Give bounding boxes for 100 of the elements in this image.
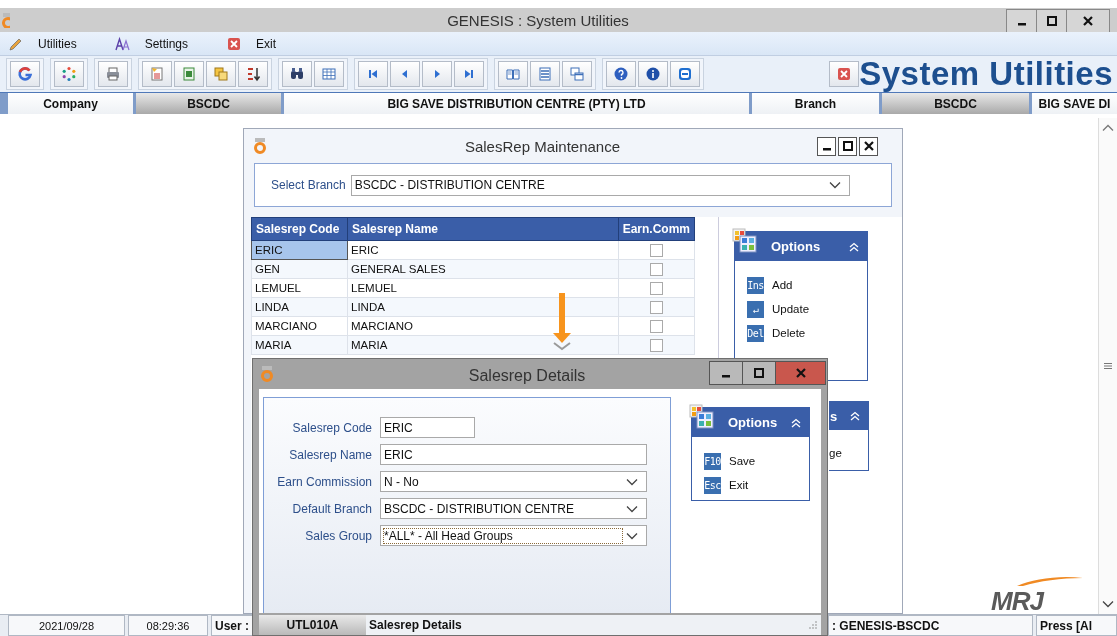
status-label: User : [211,615,253,636]
collapse-icon [850,411,860,421]
sort-icon [245,66,261,82]
collapse-icon [849,241,859,252]
checkbox[interactable] [649,281,663,295]
close-button[interactable] [1066,9,1110,32]
status-text: Press [Al [1036,615,1117,636]
text-field[interactable]: ERIC [380,417,475,438]
chevron-down-icon [626,504,638,513]
checkbox[interactable] [649,243,663,257]
option-item[interactable]: ↵ Update [747,297,867,321]
table-icon [321,66,337,82]
chevron-down-icon [828,181,841,189]
help-icon [613,66,629,82]
column-header[interactable]: Salesrep Name [347,217,619,241]
table-cell[interactable]: LEMUEL [251,278,348,298]
toolbar-button[interactable] [638,61,668,87]
menu-item[interactable]: Exit [226,35,277,52]
close-icon [836,66,853,82]
maximize-button[interactable] [1036,9,1066,32]
status-text: UTL010A [259,615,366,635]
field-label: Default Branch [291,501,372,516]
logo-icon [17,66,33,82]
minimize-button[interactable] [817,136,836,156]
checkbox[interactable] [649,319,663,333]
scroll-down-icon [1102,600,1114,608]
table-cell[interactable]: MARCIANO [251,316,348,336]
label-cell: BIG SAVE DISTRIBUTION CENTRE (PTY) LTD [284,93,749,114]
field-label: Earn Commission [276,474,372,489]
maximize-button[interactable] [742,361,775,385]
option-item[interactable]: F10 Save [704,449,809,473]
toolbar-button[interactable] [498,61,528,87]
refresh-icon [61,66,77,82]
table-cell[interactable]: ERIC [347,240,619,260]
option-item[interactable]: Esc Exit [704,473,809,497]
toolbar-button[interactable] [606,61,636,87]
dialog-title: SalesRep Maintenance [463,137,622,155]
app-icon [0,12,10,28]
app-icon [252,137,268,155]
font-icon [114,35,131,52]
minimize-icon [822,147,831,151]
book-icon [505,66,521,82]
dropdown[interactable]: BSCDC - DISTRIBUTION CENTRE [380,498,647,519]
field-label: Salesrep Code [291,420,372,435]
close-button[interactable] [859,136,878,156]
scrollbar[interactable] [1098,118,1117,614]
minimize-icon [1017,22,1026,26]
option-item[interactable]: ge [829,447,868,459]
minus-icon [677,66,693,82]
options-title: Options [771,239,822,254]
maximize-icon [753,367,765,379]
checkbox[interactable] [649,338,663,352]
arrow-icon [552,293,572,351]
grip-icon [1103,362,1113,370]
toolbar-button[interactable] [670,61,700,87]
checkbox[interactable] [649,262,663,276]
collapse-icon [791,417,801,428]
label-cell: Company [8,93,133,114]
menu-item[interactable]: Utilities [8,35,77,52]
toolbar-button[interactable] [454,61,484,87]
table-cell[interactable]: LEMUEL [347,278,619,298]
close-icon [226,35,243,52]
new-document-icon [149,66,165,82]
value-cell: BSCDC [882,93,1029,114]
key-icon: Esc [704,476,721,494]
dropdown[interactable]: *ALL* - All Head Groups [380,525,647,546]
status-time: 08:29:36 [128,615,208,636]
close-icon [794,367,807,379]
key-icon: F10 [704,452,721,470]
key-icon: ↵ [747,300,764,318]
maximize-icon [1045,15,1058,27]
chevron-down-icon [626,477,638,486]
toolbar-button[interactable] [238,61,268,87]
field-label: Sales Group [304,528,372,543]
status-text: Salesrep Details [368,618,463,632]
checkbox[interactable] [649,300,663,314]
toolbar-button[interactable] [358,61,388,87]
field-label: Salesrep Name [288,447,372,462]
windows-icon [569,66,585,82]
label-cell: BIG SAVE DI [1032,93,1117,114]
status-date: 2021/09/28 [8,615,125,636]
status-text: : GENESIS-BSCDC [828,615,1033,636]
minimize-button[interactable] [1006,9,1036,32]
key-icon: Ins [747,276,764,294]
toolbar-button[interactable] [282,61,312,87]
dropdown[interactable]: BSCDC - DISTRIBUTION CENTRE [350,174,850,196]
dropdown[interactable]: N - No [380,471,647,492]
option-item[interactable]: Del Delete [747,321,867,345]
dialog-title: Salesrep Details [467,366,587,385]
column-header[interactable]: Earn.Comm [618,217,695,241]
close-icon [1082,15,1094,27]
scroll-up-icon [1102,124,1114,132]
app-icon [259,365,275,383]
column-header[interactable]: Salesrep Code [251,217,348,241]
option-item[interactable]: Ins Add [747,273,867,297]
menu-item[interactable]: Settings [114,35,189,52]
key-icon: Del [747,324,764,342]
maximize-button[interactable] [838,136,857,156]
text-field[interactable]: ERIC [380,444,647,465]
field-label: Select Branch [271,178,346,192]
